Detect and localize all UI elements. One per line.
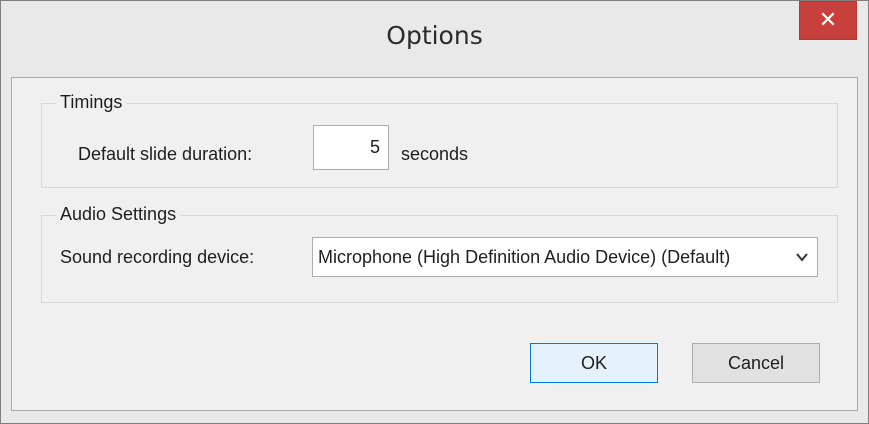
close-button[interactable]: ✕ bbox=[799, 1, 857, 40]
chevron-down-icon bbox=[796, 253, 808, 262]
recording-device-dropdown[interactable]: Microphone (High Definition Audio Device… bbox=[312, 237, 818, 277]
dialog-title: Options bbox=[386, 21, 483, 50]
recording-device-value: Microphone (High Definition Audio Device… bbox=[318, 247, 731, 267]
recording-device-label: Sound recording device: bbox=[60, 247, 255, 267]
dropdown-arrow-button[interactable] bbox=[787, 238, 817, 276]
seconds-unit-label: seconds bbox=[401, 144, 469, 164]
cancel-button[interactable]: Cancel bbox=[692, 343, 820, 383]
timings-group-label: Timings bbox=[56, 92, 127, 113]
slide-duration-label: Default slide duration: bbox=[78, 144, 253, 164]
dialog-content: Timings Default slide duration: seconds … bbox=[11, 77, 858, 411]
ok-button[interactable]: OK bbox=[530, 343, 658, 383]
options-dialog: Options ✕ Timings Default slide duration… bbox=[0, 0, 869, 424]
slide-duration-input[interactable] bbox=[313, 125, 389, 170]
audio-settings-group: Audio Settings Sound recording device: M… bbox=[41, 204, 838, 303]
title-bar[interactable]: Options ✕ bbox=[1, 1, 868, 77]
audio-settings-group-label: Audio Settings bbox=[56, 204, 181, 225]
close-icon: ✕ bbox=[818, 8, 838, 33]
timings-group: Timings Default slide duration: seconds bbox=[41, 92, 838, 188]
